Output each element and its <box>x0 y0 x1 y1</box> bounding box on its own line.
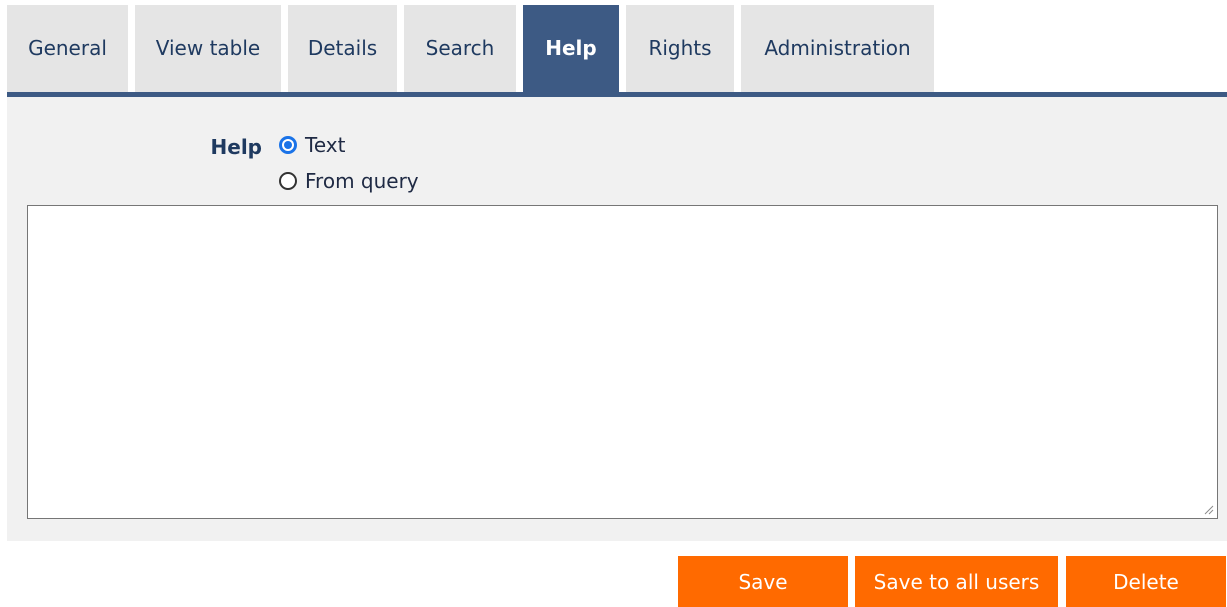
resize-handle-icon[interactable] <box>1202 503 1214 515</box>
radio-option-from-query[interactable]: From query <box>279 169 419 193</box>
tab-view-table[interactable]: View table <box>135 5 281 92</box>
tab-search[interactable]: Search <box>404 5 516 92</box>
radio-unchecked-icon[interactable] <box>279 172 297 190</box>
help-text-area[interactable] <box>27 205 1218 519</box>
tab-label: Search <box>425 35 495 60</box>
radio-option-text[interactable]: Text <box>279 133 345 157</box>
help-field-label: Help <box>210 135 262 159</box>
tab-label: View table <box>155 35 261 60</box>
tab-list: General View table Details Search Help R… <box>7 5 941 92</box>
delete-button-label: Delete <box>1113 569 1179 594</box>
save-all-button-label: Save to all users <box>873 569 1040 594</box>
tab-label: Details <box>307 35 378 60</box>
tab-help[interactable]: Help <box>523 5 619 92</box>
help-panel: Help Text From query <box>7 97 1227 541</box>
tab-general[interactable]: General <box>7 5 128 92</box>
tab-administration[interactable]: Administration <box>741 5 934 92</box>
tab-label: Administration <box>764 35 911 60</box>
tab-label: Rights <box>648 35 712 60</box>
save-button-label: Save <box>738 569 788 594</box>
tab-details[interactable]: Details <box>288 5 397 92</box>
save-button[interactable]: Save <box>678 556 848 607</box>
save-to-all-users-button[interactable]: Save to all users <box>855 556 1058 607</box>
radio-option-label: From query <box>305 169 419 193</box>
radio-checked-icon[interactable] <box>279 136 297 154</box>
tab-label: Help <box>545 35 597 60</box>
delete-button[interactable]: Delete <box>1066 556 1226 607</box>
radio-option-label: Text <box>305 133 346 157</box>
tab-rights[interactable]: Rights <box>626 5 734 92</box>
tab-label: General <box>28 35 107 60</box>
